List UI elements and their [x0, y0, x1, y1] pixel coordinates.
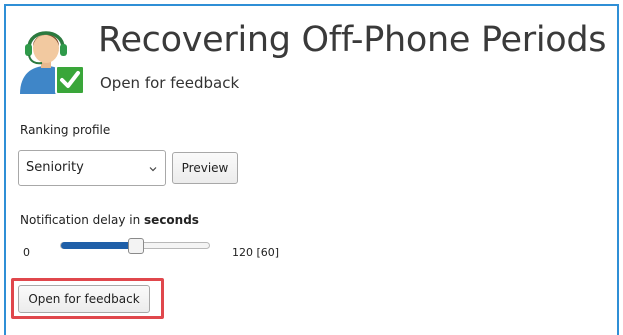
highlight-box — [11, 278, 164, 319]
notification-delay-slider-row: 0 120 [60] — [18, 236, 318, 260]
slider-max-value: 120 [60] — [232, 246, 280, 259]
ranking-profile-value: Seniority — [26, 160, 84, 175]
ranking-profile-select[interactable]: Seniority — [18, 150, 166, 186]
slider-min-value: 0 — [23, 246, 30, 259]
chevron-down-icon — [149, 167, 157, 172]
page-title: Recovering Off-Phone Periods — [98, 20, 607, 60]
slider-thumb[interactable] — [128, 238, 144, 254]
support-agent-check-icon — [20, 31, 85, 95]
notification-delay-prefix: Notification delay in — [20, 213, 145, 227]
ranking-profile-label: Ranking profile — [20, 123, 111, 137]
header: Recovering Off-Phone Periods Open for fe… — [14, 14, 614, 104]
preview-button[interactable]: Preview — [172, 152, 238, 184]
slider-fill — [61, 242, 136, 249]
status-subtitle: Open for feedback — [100, 74, 240, 92]
notification-delay-unit: seconds — [144, 213, 199, 227]
notification-delay-slider[interactable] — [60, 238, 210, 254]
notification-delay-label: Notification delay in seconds — [20, 213, 199, 227]
